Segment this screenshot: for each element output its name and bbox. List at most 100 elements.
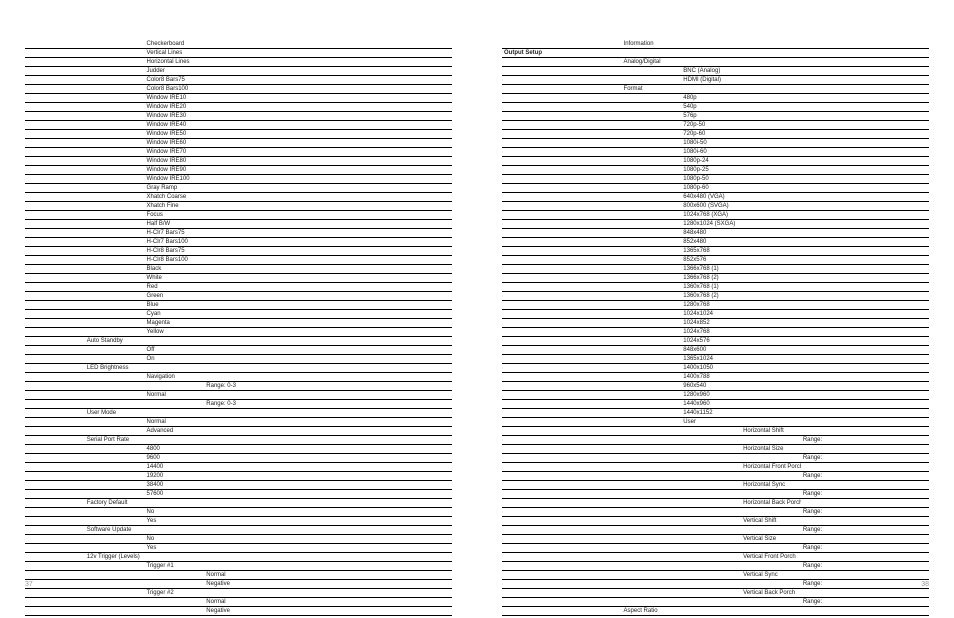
table-row: Range:	[502, 526, 929, 535]
table-row: Window IRE60	[25, 139, 452, 148]
menu-cell: Analog/Digital	[622, 58, 682, 67]
table-row: Range:	[502, 580, 929, 589]
menu-cell: Color8 Bars100	[145, 85, 205, 94]
table-row: Judder	[25, 67, 452, 76]
table-row: Window IRE90	[25, 166, 452, 175]
menu-cell: 4800	[145, 445, 205, 454]
menu-cell: Vertical Sync	[741, 571, 801, 580]
menu-cell: Range:	[801, 580, 861, 589]
menu-cell: H-Clr8 Bars75	[145, 247, 205, 256]
menu-cell: 1400x788	[681, 373, 741, 382]
menu-cell: Off	[145, 346, 205, 355]
menu-cell: Vertical Back Porch	[741, 589, 801, 598]
table-row: 1024x852	[502, 319, 929, 328]
table-row: Aspect Ratio	[502, 607, 929, 616]
menu-cell: Navigation	[145, 373, 205, 382]
table-row: Vertical Size	[502, 535, 929, 544]
menu-cell: On	[145, 355, 205, 364]
table-row: 1365x1024	[502, 355, 929, 364]
menu-cell: 1024x768	[681, 328, 741, 337]
table-row: 720p-60	[502, 130, 929, 139]
menu-cell: Horizontal Front Porch	[741, 463, 801, 472]
menu-cell: 640x480 (VGA)	[681, 193, 741, 202]
menu-cell: Range:	[801, 544, 861, 553]
table-row: Vertical Front Porch	[502, 553, 929, 562]
menu-cell: 852x576	[681, 256, 741, 265]
menu-cell: Black	[145, 265, 205, 274]
table-row: Normal	[25, 391, 452, 400]
menu-cell: Normal	[204, 598, 264, 607]
table-row: H-Clr8 Bars75	[25, 247, 452, 256]
table-row: Blue	[25, 301, 452, 310]
table-row: 1440x1152	[502, 409, 929, 418]
table-row: Black	[25, 265, 452, 274]
menu-cell: Negative	[204, 607, 264, 616]
table-row: Window IRE80	[25, 157, 452, 166]
table-row: 1280x1024 (SXGA)	[502, 220, 929, 229]
menu-cell: Xhatch Coarse	[145, 193, 205, 202]
menu-cell: Focus	[145, 211, 205, 220]
table-row: Window IRE10	[25, 94, 452, 103]
table-row: Window IRE40	[25, 121, 452, 130]
menu-cell: 1024x852	[681, 319, 741, 328]
table-row: Color8 Bars100	[25, 85, 452, 94]
menu-cell: 540p	[681, 103, 741, 112]
menu-cell: Cyan	[145, 310, 205, 319]
menu-cell: 1360x768 (1)	[681, 283, 741, 292]
menu-cell: Window IRE20	[145, 103, 205, 112]
table-row: Trigger #1	[25, 562, 452, 571]
table-row: 1024x576	[502, 337, 929, 346]
menu-cell: Window IRE40	[145, 121, 205, 130]
table-row: Navigation	[25, 373, 452, 382]
menu-cell: 1366x768 (1)	[681, 265, 741, 274]
menu-cell: Aspect Ratio	[622, 607, 682, 616]
menu-cell: Window IRE100	[145, 175, 205, 184]
table-row: Half B/W	[25, 220, 452, 229]
table-row: 1440x960	[502, 400, 929, 409]
table-row: 640x480 (VGA)	[502, 193, 929, 202]
menu-cell: 1360x768 (2)	[681, 292, 741, 301]
table-row: Range:	[502, 454, 929, 463]
menu-cell: 1080p-60	[681, 184, 741, 193]
table-row: 1365x768	[502, 247, 929, 256]
menu-cell: 1366x768 (2)	[681, 274, 741, 283]
menu-cell: Range:	[801, 598, 861, 607]
table-row: Software Update	[25, 526, 452, 535]
table-row: Vertical Back Porch	[502, 589, 929, 598]
table-row: Range: 0-3	[25, 400, 452, 409]
menu-cell: 1440x960	[681, 400, 741, 409]
menu-cell: Normal	[145, 418, 205, 427]
menu-cell: Range:	[801, 508, 861, 517]
table-row: 12v Trigger (Levels)	[25, 553, 452, 562]
page-spread: CheckerboardVertical LinesHorizontal Lin…	[0, 0, 954, 618]
table-row: Negative	[25, 607, 452, 616]
table-row: Information	[502, 40, 929, 49]
table-row: Window IRE70	[25, 148, 452, 157]
table-row: Yes	[25, 544, 452, 553]
table-row: Horizontal Front Porch	[502, 463, 929, 472]
menu-cell: Information	[622, 40, 682, 49]
menu-cell: 1024x576	[681, 337, 741, 346]
menu-cell: 720p-50	[681, 121, 741, 130]
menu-cell: Vertical Shift	[741, 517, 801, 526]
menu-cell: Window IRE10	[145, 94, 205, 103]
menu-cell: 1280x960	[681, 391, 741, 400]
menu-cell: 1024x768 (XGA)	[681, 211, 741, 220]
menu-cell: 1080p-50	[681, 175, 741, 184]
menu-cell: 14400	[145, 463, 205, 472]
table-row: 852x576	[502, 256, 929, 265]
menu-cell: Horizontal Lines	[145, 58, 205, 67]
table-row: 1360x768 (2)	[502, 292, 929, 301]
table-row: Off	[25, 346, 452, 355]
table-row: Green	[25, 292, 452, 301]
table-row: Window IRE20	[25, 103, 452, 112]
table-row: Horizontal Back Porch	[502, 499, 929, 508]
table-row: Advanced	[25, 427, 452, 436]
table-row: Range: 0-3	[25, 382, 452, 391]
menu-cell: 960x540	[681, 382, 741, 391]
table-row: Gray Ramp	[25, 184, 452, 193]
table-row: Range:	[502, 562, 929, 571]
menu-cell: Red	[145, 283, 205, 292]
menu-cell: Horizontal Shift	[741, 427, 801, 436]
table-row: Color8 Bars75	[25, 76, 452, 85]
